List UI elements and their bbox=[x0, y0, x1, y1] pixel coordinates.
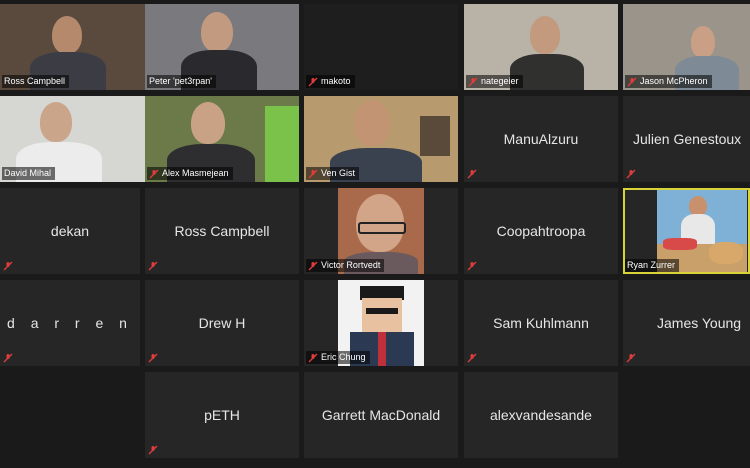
participant-name-label: David Mihal bbox=[2, 167, 56, 180]
participant-tile[interactable]: Jason McPheron bbox=[623, 4, 750, 90]
gallery-view: Ross Campbell Peter 'pet3rpan' makoto na… bbox=[0, 0, 750, 468]
participant-tile[interactable]: Ven Gist bbox=[304, 96, 458, 182]
participant-name-label: nategeier bbox=[466, 75, 523, 88]
participant-tile-active-speaker[interactable]: Ryan Zurrer bbox=[623, 188, 750, 274]
participant-tile[interactable]: Sam Kuhlmann bbox=[464, 280, 618, 366]
participant-name-label: makoto bbox=[306, 75, 355, 88]
participant-name: Garrett MacDonald bbox=[321, 407, 441, 423]
participant-name: alexvandesande bbox=[490, 407, 592, 423]
participant-name: pETH bbox=[204, 407, 240, 423]
mic-muted-icon bbox=[626, 353, 636, 363]
participant-tile[interactable]: nategeier bbox=[464, 4, 618, 90]
participant-name-label: Eric Chung bbox=[306, 351, 370, 364]
participant-name: Julien Genestoux bbox=[633, 131, 742, 147]
participant-name-label: Ross Campbell bbox=[2, 75, 70, 88]
mic-muted-icon bbox=[467, 261, 477, 271]
participant-tile[interactable]: Victor Rortvedt bbox=[304, 188, 458, 274]
mic-muted-icon bbox=[308, 169, 318, 178]
participant-name: James Young bbox=[657, 315, 742, 331]
mic-muted-icon bbox=[148, 353, 158, 363]
mic-muted-icon bbox=[308, 353, 318, 362]
participant-tile[interactable]: Ross Campbell bbox=[0, 4, 154, 90]
participant-tile[interactable]: Ross Campbell bbox=[145, 188, 299, 274]
participant-name: Sam Kuhlmann bbox=[493, 315, 589, 331]
participant-name: dekan bbox=[50, 223, 90, 239]
participant-name-label: Ven Gist bbox=[306, 167, 360, 180]
participant-tile[interactable]: Peter 'pet3rpan' bbox=[145, 4, 299, 90]
mic-muted-icon bbox=[468, 77, 478, 86]
participant-tile[interactable]: makoto bbox=[304, 4, 458, 90]
mic-muted-icon bbox=[148, 445, 158, 455]
participant-name-label: Alex Masmejean bbox=[147, 167, 233, 180]
mic-muted-icon bbox=[467, 169, 477, 179]
participant-tile[interactable]: Drew H bbox=[145, 280, 299, 366]
mic-muted-icon bbox=[3, 261, 13, 271]
mic-muted-icon bbox=[308, 261, 318, 270]
participant-name: Drew H bbox=[198, 315, 246, 331]
participant-tile[interactable]: d a r r e n bbox=[0, 280, 140, 366]
participant-name: Coopahtroopa bbox=[496, 223, 586, 239]
participant-name: d a r r e n bbox=[7, 315, 133, 331]
mic-muted-icon bbox=[627, 77, 637, 86]
participant-name-label: Victor Rortvedt bbox=[306, 259, 385, 272]
mic-muted-icon bbox=[149, 169, 159, 178]
participant-tile[interactable]: James Young bbox=[623, 280, 750, 366]
participant-name-label: Jason McPheron bbox=[625, 75, 712, 88]
mic-muted-icon bbox=[626, 169, 636, 179]
mic-muted-icon bbox=[3, 353, 13, 363]
participant-tile[interactable]: Julien Genestoux bbox=[623, 96, 750, 182]
participant-tile[interactable]: ManuAlzuru bbox=[464, 96, 618, 182]
participant-tile[interactable]: pETH bbox=[145, 372, 299, 458]
mic-muted-icon bbox=[308, 77, 318, 86]
participant-tile[interactable]: Eric Chung bbox=[304, 280, 458, 366]
mic-muted-icon bbox=[148, 261, 158, 271]
participant-name-label: Peter 'pet3rpan' bbox=[147, 75, 216, 88]
participant-tile[interactable]: Alex Masmejean bbox=[145, 96, 299, 182]
participant-name-label: Ryan Zurrer bbox=[625, 259, 680, 272]
participant-tile[interactable]: Garrett MacDonald bbox=[304, 372, 458, 458]
participant-name: ManuAlzuru bbox=[503, 131, 579, 147]
mic-muted-icon bbox=[467, 353, 477, 363]
participant-tile[interactable]: David Mihal bbox=[0, 96, 154, 182]
participant-tile[interactable]: alexvandesande bbox=[464, 372, 618, 458]
participant-name: Ross Campbell bbox=[174, 223, 270, 239]
participant-tile[interactable]: dekan bbox=[0, 188, 140, 274]
participant-tile[interactable]: Coopahtroopa bbox=[464, 188, 618, 274]
